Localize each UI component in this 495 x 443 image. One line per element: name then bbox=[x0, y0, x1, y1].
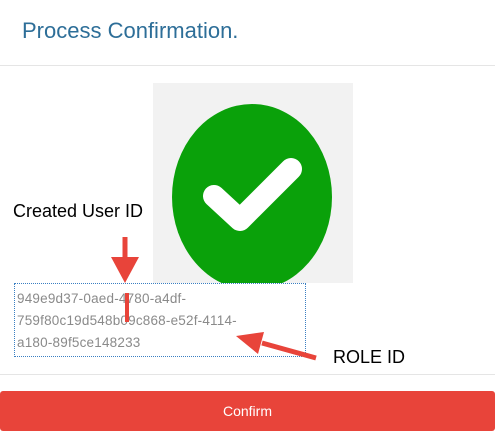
created-user-id-annotation: Created User ID bbox=[13, 201, 144, 221]
created-id-box: 949e9d37-0aed-4780-a4df- 759f80c19d548b0… bbox=[14, 283, 306, 357]
dialog-header: Process Confirmation. bbox=[0, 0, 495, 66]
id-line-3: a180-89f5ce148233 bbox=[17, 335, 141, 350]
id-line-1: 949e9d37-0aed-4780-a4df- bbox=[17, 291, 187, 306]
id-line-2: 759f80c19d548b09c868-e52f-4114- bbox=[17, 313, 237, 328]
confirm-button[interactable]: Confirm bbox=[0, 391, 495, 431]
created-id-arrow-head bbox=[111, 257, 139, 283]
footer-divider bbox=[0, 374, 495, 375]
success-image bbox=[153, 83, 353, 283]
role-id-annotation: ROLE ID bbox=[333, 347, 406, 367]
check-circle-icon bbox=[172, 104, 332, 283]
dialog-title: Process Confirmation. bbox=[22, 18, 239, 43]
